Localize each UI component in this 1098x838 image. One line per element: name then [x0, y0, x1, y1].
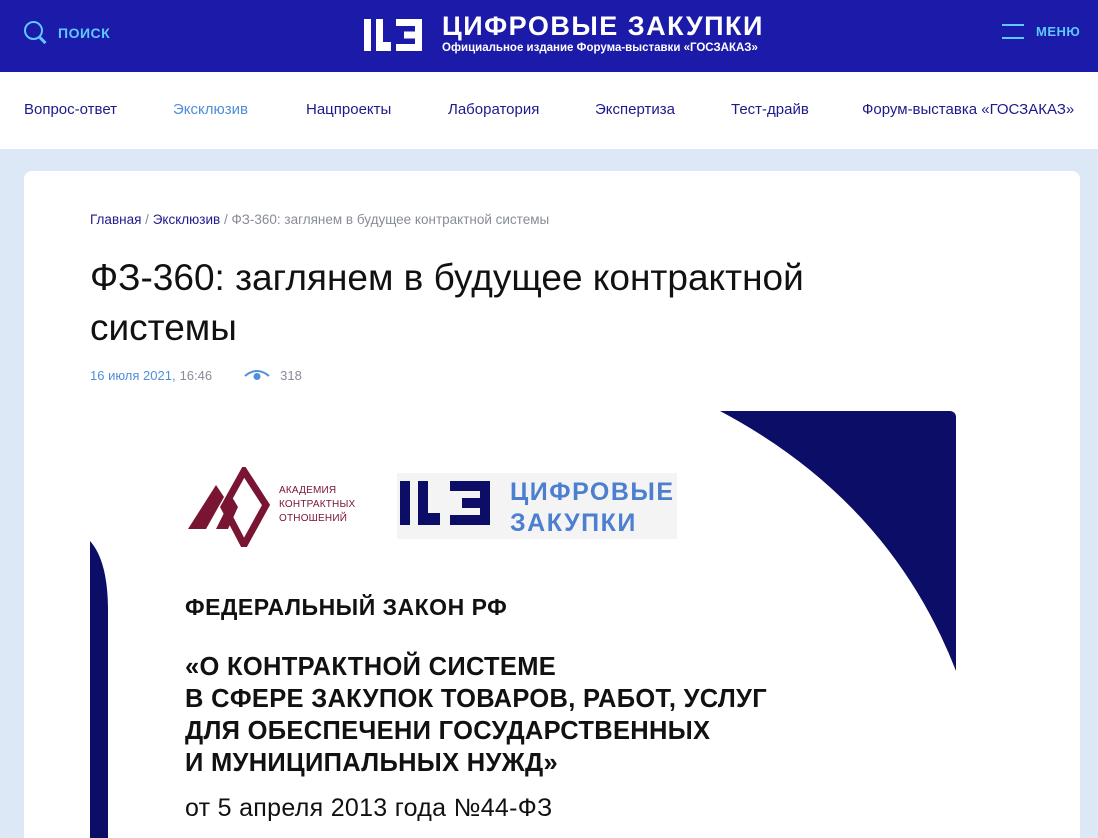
view-count: 318	[280, 368, 302, 383]
breadcrumb-home[interactable]: Главная	[90, 212, 141, 227]
search-label: ПОИСК	[58, 25, 111, 41]
article-card: Главная / Эксклюзив / ФЗ-360: заглянем в…	[24, 171, 1080, 838]
dz-logo-text: ЦИФРОВЫЕ ЗАКУПКИ	[510, 478, 675, 537]
top-header: ПОИСК ЦИФРОВЫЕ ЗАКУПКИ Официальное издан…	[0, 0, 1098, 72]
site-logo-link[interactable]: ЦИФРОВЫЕ ЗАКУПКИ Официальное издание Фор…	[364, 13, 764, 56]
nav-item-expertise[interactable]: Экспертиза	[595, 101, 675, 118]
law-date: от 5 апреля 2013 года №44-ФЗ	[185, 794, 553, 822]
law-heading: ФЕДЕРАЛЬНЫЙ ЗАКОН РФ	[185, 594, 508, 620]
nav-item-forum[interactable]: Форум-выставка «ГОСЗАКАЗ»	[862, 101, 1074, 118]
nav-item-exclusive[interactable]: Эксклюзив	[173, 101, 248, 118]
dz-logo-icon	[400, 481, 490, 525]
article-meta: 16 июля 2021, 16:46 318	[90, 368, 302, 383]
hamburger-icon	[1002, 22, 1024, 40]
menu-button[interactable]: МЕНЮ	[1002, 22, 1080, 40]
brand-logo-icon	[364, 18, 422, 51]
nav-item-natprojects[interactable]: Нацпроекты	[306, 101, 391, 118]
article-title: ФЗ-360: заглянем в будущее контрактной с…	[90, 257, 804, 348]
publish-time: 16:46	[179, 368, 213, 383]
breadcrumb-section[interactable]: Эксклюзив	[153, 212, 220, 227]
nav-item-qa[interactable]: Вопрос-ответ	[24, 101, 117, 118]
search-icon	[24, 21, 48, 45]
article-hero-image: АКАДЕМИЯ КОНТРАКТНЫХ ОТНОШЕНИЙ ЦИФРОВЫЕ …	[90, 411, 956, 838]
eye-icon	[244, 369, 270, 380]
ako-logo-icon	[188, 467, 271, 547]
nav-item-laboratory[interactable]: Лаборатория	[448, 101, 539, 118]
publish-date: 16 июля 2021,	[90, 368, 176, 383]
brand-title: ЦИФРОВЫЕ ЗАКУПКИ	[442, 11, 764, 41]
law-name: «О КОНТРАКТНОЙ СИСТЕМЕ В СФЕРЕ ЗАКУПОК Т…	[185, 653, 767, 777]
menu-label: МЕНЮ	[1036, 23, 1081, 39]
breadcrumb-current: ФЗ-360: заглянем в будущее контрактной с…	[231, 212, 550, 227]
ako-logo-text: АКАДЕМИЯ КОНТРАКТНЫХ ОТНОШЕНИЙ	[279, 485, 356, 524]
search-button[interactable]: ПОИСК	[24, 21, 110, 45]
section-nav: Вопрос-ответ Эксклюзив Нацпроекты Лабора…	[0, 72, 1098, 149]
breadcrumb: Главная / Эксклюзив / ФЗ-360: заглянем в…	[90, 212, 550, 227]
nav-item-testdrive[interactable]: Тест-драйв	[731, 101, 809, 118]
brand-subtitle: Официальное издание Форума-выставки «ГОС…	[442, 42, 758, 54]
